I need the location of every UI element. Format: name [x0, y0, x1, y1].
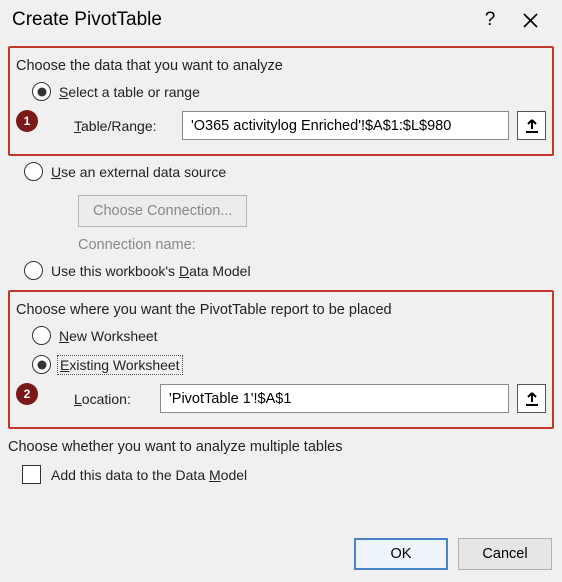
section-heading: Choose whether you want to analyze multi… [8, 439, 554, 455]
collapse-dialog-button[interactable] [517, 111, 546, 140]
option-external-source[interactable]: Use an external data source [24, 162, 554, 181]
location-row: Location: [74, 384, 546, 413]
checkbox-icon [22, 465, 41, 484]
cancel-button[interactable]: Cancel [458, 538, 552, 570]
callout-badge-2: 2 [16, 383, 38, 405]
connection-name-label: Connection name: [78, 237, 554, 253]
radio-icon [24, 162, 43, 181]
option-label: Use an external data source [51, 164, 226, 180]
collapse-dialog-button[interactable] [517, 384, 546, 413]
titlebar: Create PivotTable ? [0, 0, 562, 40]
section-analyze-data: Choose the data that you want to analyze… [8, 46, 554, 156]
radio-icon [32, 82, 51, 101]
create-pivottable-dialog: Create PivotTable ? Choose the data that… [0, 0, 562, 582]
dialog-title: Create PivotTable [12, 9, 470, 31]
option-label: Select a table or range [59, 84, 200, 100]
option-select-table-range[interactable]: Select a table or range [32, 82, 546, 101]
option-label: Existing Worksheet [59, 357, 181, 373]
dialog-body: Choose the data that you want to analyze… [0, 40, 562, 532]
radio-icon [32, 355, 51, 374]
callout-badge-1: 1 [16, 110, 38, 132]
option-label: Use this workbook's Data Model [51, 263, 251, 279]
dialog-footer: OK Cancel [0, 532, 562, 582]
section-heading: Choose where you want the PivotTable rep… [16, 302, 546, 318]
section-report-location: Choose where you want the PivotTable rep… [8, 290, 554, 429]
radio-icon [32, 326, 51, 345]
radio-icon [24, 261, 43, 280]
help-button[interactable]: ? [470, 0, 510, 40]
option-new-worksheet[interactable]: New Worksheet [32, 326, 546, 345]
option-existing-worksheet[interactable]: Existing Worksheet [32, 355, 546, 374]
choose-connection-button: Choose Connection... [78, 195, 247, 227]
ok-button[interactable]: OK [354, 538, 448, 570]
option-use-data-model[interactable]: Use this workbook's Data Model [24, 261, 554, 280]
table-range-label: Table/Range: [74, 118, 174, 134]
arrow-up-icon [523, 390, 541, 408]
checkbox-label: Add this data to the Data Model [51, 467, 247, 483]
table-range-input[interactable] [182, 111, 509, 140]
location-input[interactable] [160, 384, 509, 413]
section-heading: Choose the data that you want to analyze [16, 58, 546, 74]
checkbox-add-to-data-model[interactable]: Add this data to the Data Model [22, 465, 554, 484]
arrow-up-icon [523, 117, 541, 135]
table-range-row: Table/Range: [74, 111, 546, 140]
location-label: Location: [74, 391, 152, 407]
close-icon [523, 13, 538, 28]
option-label: New Worksheet [59, 328, 158, 344]
close-button[interactable] [510, 0, 550, 40]
